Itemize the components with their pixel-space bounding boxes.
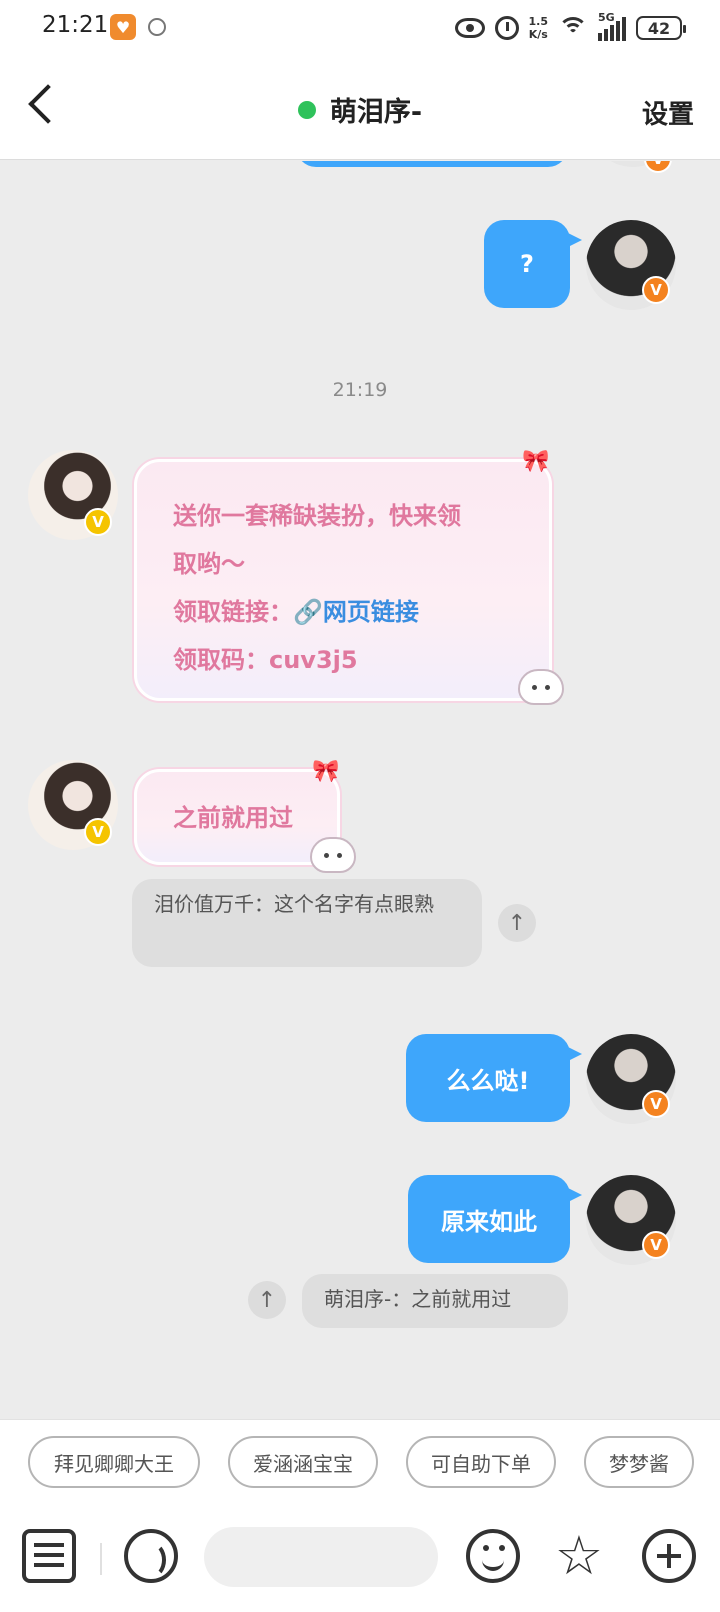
vip-badge-icon: V (644, 161, 672, 173)
message-bubble-used-before[interactable]: 之前就用过 (134, 769, 340, 865)
alarm-icon (494, 16, 519, 40)
status-time: 21:21 (42, 12, 109, 38)
chat-area[interactable]: V ? V 21:19 V 送你一套稀缺装扮，快来领 取哟～ 领取链接：🔗网页链… (0, 161, 720, 1419)
gift-link-label: 领取链接： (173, 598, 293, 626)
gift-text-line1: 送你一套稀缺装扮，快来领 (173, 502, 461, 530)
message-bubble-i-see[interactable]: 原来如此 (408, 1175, 582, 1263)
page-title: 萌泪序- (329, 97, 423, 128)
nav-title-wrap: 萌泪序- (0, 90, 720, 129)
quote-jump-up-icon[interactable]: ↑ (248, 1281, 286, 1319)
eye-icon (454, 18, 485, 38)
quoted-reply-text: 萌泪序-：之前就用过 (324, 1287, 512, 1311)
more-plus-icon[interactable] (642, 1529, 696, 1583)
gift-web-link[interactable]: 网页链接 (323, 598, 419, 626)
quick-reply-chip[interactable]: 梦梦酱 (584, 1436, 694, 1488)
battery-icon: 42 (636, 16, 686, 40)
voice-input-icon[interactable] (124, 1529, 178, 1583)
quick-reply-bar: 拜见卿卿大王 爱涵涵宝宝 可自助下单 梦梦酱 (0, 1419, 720, 1503)
net-speed-value: 1.5 (528, 15, 549, 28)
quoted-reply[interactable]: 萌泪序-：之前就用过 (302, 1274, 568, 1328)
message-bubble-question[interactable]: ? (484, 220, 582, 308)
gift-text-line2: 取哟～ (173, 550, 245, 578)
message-bubble-kiss[interactable]: 么么哒! (406, 1034, 582, 1122)
sticker-star-icon[interactable]: ☆ (552, 1529, 606, 1583)
bunny-decoration-icon (518, 669, 564, 705)
nav-bar: 萌泪序- 设置 (0, 56, 720, 160)
quick-reply-chip[interactable]: 可自助下单 (406, 1436, 556, 1488)
heart-app-icon: ♥ (110, 14, 136, 40)
used-before-text: 之前就用过 (173, 804, 293, 832)
vip-badge-icon: V (642, 1231, 670, 1259)
divider (100, 1543, 102, 1575)
vip-badge-icon: V (84, 508, 112, 536)
emoji-icon[interactable] (466, 1529, 520, 1583)
bow-decoration-icon: 🎀 (522, 449, 550, 474)
status-bar: 21:21 ♥ 1.5 K/s 5G 42 (0, 0, 720, 56)
settings-button[interactable]: 设置 (642, 94, 694, 131)
message-bubble-cutoff[interactable] (296, 161, 568, 167)
network-type: 5G (598, 11, 615, 24)
link-icon: 🔗 (293, 598, 323, 626)
online-status-dot (297, 100, 316, 119)
gift-code: 领取码：cuv3j5 (173, 646, 358, 674)
notification-app-icon (148, 18, 166, 36)
message-timestamp: 21:19 (332, 379, 388, 401)
quick-reply-chip[interactable]: 爱涵涵宝宝 (228, 1436, 378, 1488)
quote-jump-up-icon[interactable]: ↑ (498, 904, 536, 942)
gift-link-row: 领取链接：🔗网页链接 (173, 588, 549, 636)
battery-level: 42 (647, 18, 671, 38)
quoted-reply[interactable]: 泪价值万千：这个名字有点眼熟 (132, 879, 482, 967)
message-input[interactable] (204, 1527, 438, 1587)
keyboard-toggle-icon[interactable] (22, 1529, 76, 1583)
status-icons: 1.5 K/s 5G 42 (454, 10, 686, 46)
vip-badge-icon: V (642, 276, 670, 304)
vip-badge-icon: V (642, 1090, 670, 1118)
vip-badge-icon: V (84, 818, 112, 846)
input-bar: ☆ (0, 1503, 720, 1612)
message-bubble-gift[interactable]: 送你一套稀缺装扮，快来领 取哟～ 领取链接：🔗网页链接 领取码：cuv3j5 (134, 459, 552, 701)
wifi-icon (558, 17, 588, 39)
bow-decoration-icon: 🎀 (312, 759, 340, 784)
quick-reply-chip[interactable]: 拜见卿卿大王 (28, 1436, 200, 1488)
quoted-reply-text: 泪价值万千：这个名字有点眼熟 (154, 892, 434, 916)
net-speed: 1.5 K/s (529, 15, 549, 41)
bunny-decoration-icon (310, 837, 356, 873)
net-speed-unit: K/s (528, 28, 548, 41)
signal-icon: 5G (598, 11, 626, 41)
